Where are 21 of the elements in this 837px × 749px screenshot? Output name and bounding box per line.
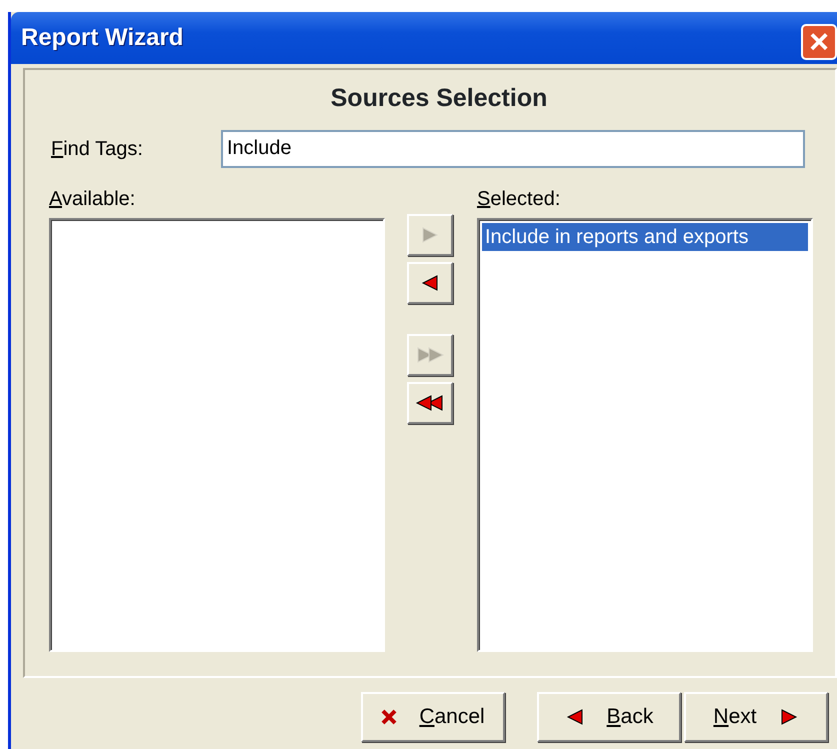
close-button[interactable]: × bbox=[801, 24, 837, 60]
remove-button[interactable] bbox=[407, 262, 453, 304]
right-arrow-icon bbox=[420, 224, 440, 244]
next-button[interactable]: Next bbox=[684, 692, 828, 742]
double-left-arrow-icon bbox=[415, 392, 445, 412]
right-arrow-icon bbox=[778, 707, 799, 727]
close-icon bbox=[381, 709, 398, 725]
window-title: Report Wizard bbox=[21, 23, 184, 53]
cancel-button[interactable]: Cancel bbox=[361, 692, 505, 742]
page-heading: Sources Selection bbox=[330, 83, 548, 114]
find-tags-field[interactable]: Include bbox=[221, 130, 805, 168]
back-button[interactable]: Back bbox=[537, 692, 681, 742]
available-label: Available: bbox=[49, 186, 136, 212]
left-arrow-icon bbox=[564, 707, 585, 727]
selected-list[interactable]: Include in reports and exports bbox=[477, 218, 813, 652]
selected-label: Selected: bbox=[477, 186, 562, 212]
left-arrow-icon bbox=[420, 272, 440, 292]
find-tags-label: Find Tags: bbox=[50, 136, 144, 162]
list-item[interactable]: Include in reports and exports bbox=[482, 222, 808, 250]
double-right-arrow-icon bbox=[415, 344, 445, 364]
remove-all-button[interactable] bbox=[407, 382, 453, 424]
